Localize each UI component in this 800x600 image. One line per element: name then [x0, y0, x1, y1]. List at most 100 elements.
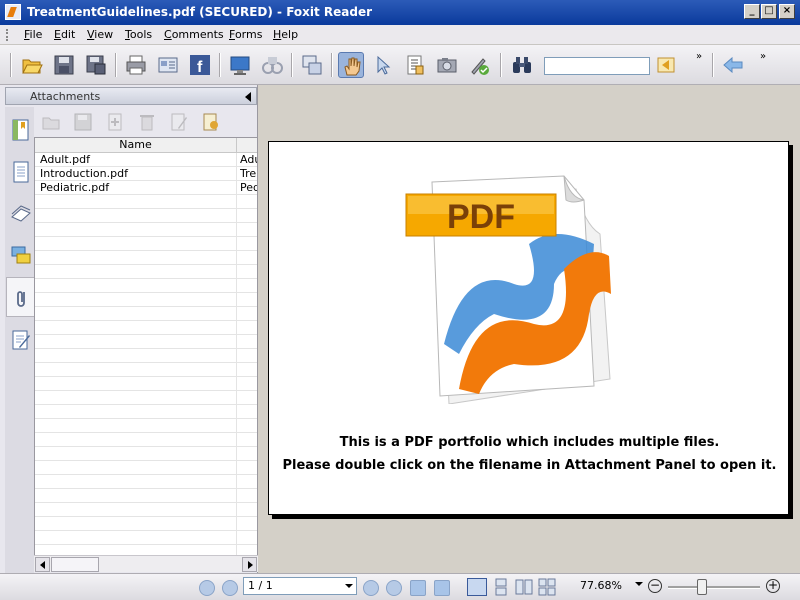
menu-grip — [6, 29, 9, 41]
pdf-page[interactable]: PDF This is a PDF portfolio which includ… — [268, 141, 789, 515]
previous-page-icon[interactable] — [222, 580, 238, 596]
file-description: Ped — [240, 181, 258, 194]
zoom-slider-track[interactable] — [668, 586, 760, 589]
search-input[interactable] — [544, 57, 650, 75]
open-attachment-icon[interactable] — [42, 113, 60, 131]
snapshot-icon[interactable] — [299, 52, 325, 78]
toolbar-overflow-chevron-2[interactable]: » — [760, 51, 766, 62]
menu-help[interactable]: Help — [273, 28, 298, 41]
print-icon[interactable] — [123, 52, 149, 78]
zoom-out-button[interactable]: − — [648, 579, 662, 593]
attachment-properties-icon[interactable] — [202, 113, 220, 131]
main-toolbar: f — [0, 45, 800, 85]
binoculars-icon[interactable] — [509, 52, 535, 78]
last-page-icon[interactable] — [386, 580, 402, 596]
menu-bar: File Edit View Tools Comments Forms Help — [0, 25, 800, 71]
close-button[interactable]: × — [779, 4, 795, 19]
scroll-right-button[interactable] — [242, 557, 257, 572]
toolbar-separator — [219, 53, 221, 77]
zoom-dropdown-icon[interactable] — [635, 582, 643, 586]
facebook-icon[interactable]: f — [187, 52, 213, 78]
file-description: Tre — [240, 167, 257, 180]
next-view-icon[interactable] — [434, 580, 450, 596]
side-tab-strip — [5, 107, 34, 573]
toolbar-separator — [712, 53, 714, 77]
layers-icon[interactable] — [6, 193, 34, 233]
attachments-toolbar — [34, 107, 258, 137]
attachments-grid: Name Adult.pdf Adu Introduction.pdf Tre … — [34, 137, 258, 572]
menu-view[interactable]: View — [87, 28, 113, 41]
column-header-name[interactable]: Name — [35, 138, 236, 153]
screen-icon[interactable] — [227, 52, 253, 78]
toolbar-overflow-chevron[interactable]: » — [696, 51, 702, 62]
menu-edit[interactable]: Edit — [54, 28, 75, 41]
pdf-logo-text: PDF — [447, 198, 515, 236]
attachments-icon[interactable] — [6, 277, 34, 317]
text-select-icon[interactable] — [402, 52, 428, 78]
file-name[interactable]: Pediatric.pdf — [40, 181, 230, 194]
zoom-slider-thumb[interactable] — [697, 579, 707, 595]
page-number-field[interactable]: 1 / 1 — [243, 577, 357, 595]
portfolio-message-line-1: This is a PDF portfolio which includes m… — [339, 435, 720, 450]
menu-comments[interactable]: Comments — [164, 28, 224, 41]
next-page-icon[interactable] — [363, 580, 379, 596]
back-arrow-icon[interactable] — [720, 52, 746, 78]
toolbar-separator — [115, 53, 117, 77]
bookmarks-icon[interactable] — [6, 109, 34, 149]
navigation-panel: Attachments Name Adult.pdf Adu Introduct… — [0, 85, 258, 573]
single-page-icon[interactable] — [467, 578, 487, 596]
attachments-panel-header: Attachments — [5, 87, 257, 105]
chevron-down-icon[interactable] — [343, 579, 355, 593]
facing-icon[interactable] — [515, 578, 535, 596]
continuous-facing-icon[interactable] — [538, 578, 558, 596]
file-name[interactable]: Adult.pdf — [40, 153, 230, 166]
email-icon[interactable] — [155, 52, 181, 78]
foxit-app-icon — [5, 4, 21, 20]
menu-tools[interactable]: Tools — [125, 28, 152, 41]
select-tool-icon[interactable] — [370, 52, 396, 78]
table-row[interactable]: Introduction.pdf Tre — [35, 167, 257, 181]
delete-attachment-icon[interactable] — [138, 113, 156, 131]
previous-view-icon[interactable] — [410, 580, 426, 596]
column-header-description[interactable] — [236, 138, 257, 153]
maximize-button[interactable]: □ — [761, 4, 777, 19]
add-attachment-icon[interactable] — [106, 113, 124, 131]
comments-icon[interactable] — [6, 235, 34, 275]
zoom-level[interactable]: 77.68% — [580, 579, 622, 592]
pages-icon[interactable] — [6, 151, 34, 191]
portfolio-message-line-2: Please double click on the filename in A… — [282, 458, 777, 473]
edit-description-icon[interactable] — [170, 113, 188, 131]
svg-text:f: f — [197, 59, 203, 76]
toolbar-separator — [331, 53, 333, 77]
file-description: Adu — [240, 153, 257, 166]
open-folder-icon[interactable] — [19, 52, 45, 78]
save-as-icon[interactable] — [83, 52, 109, 78]
toolbar-grip — [10, 53, 12, 77]
first-page-icon[interactable] — [199, 580, 215, 596]
scroll-thumb[interactable] — [51, 557, 99, 572]
collapse-panel-icon[interactable] — [245, 92, 251, 102]
save-icon[interactable] — [51, 52, 77, 78]
pdf-document-logo: PDF — [405, 175, 611, 404]
find-previous-icon[interactable] — [653, 52, 679, 78]
sign-icon[interactable] — [466, 52, 492, 78]
menu-forms[interactable]: Forms — [229, 28, 262, 41]
grid-rows: Adult.pdf Adu Introduction.pdf Tre Pedia… — [35, 153, 258, 571]
minimize-button[interactable]: _ — [744, 4, 760, 19]
file-name[interactable]: Introduction.pdf — [40, 167, 230, 180]
save-attachment-icon[interactable] — [74, 113, 92, 131]
hand-tool-icon[interactable] — [338, 52, 364, 78]
document-view[interactable]: PDF This is a PDF portfolio which includ… — [259, 85, 800, 573]
camera-icon[interactable] — [434, 52, 460, 78]
continuous-icon[interactable] — [492, 578, 512, 596]
grid-header: Name — [35, 138, 257, 153]
zoom-in-button[interactable]: + — [766, 579, 780, 593]
status-bar: 1 / 1 77.68% − + — [0, 573, 800, 600]
horizontal-scrollbar[interactable] — [34, 555, 258, 572]
table-row[interactable]: Adult.pdf Adu — [35, 153, 257, 167]
scroll-left-button[interactable] — [35, 557, 50, 572]
menu-file[interactable]: File — [24, 28, 42, 41]
ebook-icon[interactable] — [259, 52, 285, 78]
signatures-icon[interactable] — [6, 319, 34, 359]
table-row[interactable]: Pediatric.pdf Ped — [35, 181, 258, 195]
